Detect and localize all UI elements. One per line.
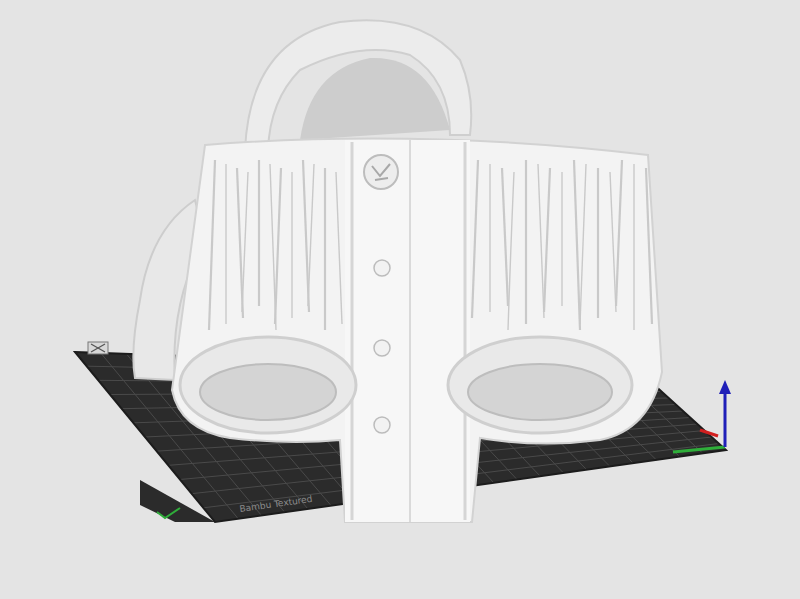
plate-marker-icon — [157, 508, 180, 518]
button-dot — [374, 260, 390, 276]
plate-label: Bambu Textured — [239, 494, 313, 514]
plate-x-icon — [88, 342, 108, 354]
tree-mask-model[interactable] — [133, 20, 662, 522]
3d-scene[interactable]: Bambu Textured — [0, 0, 800, 599]
emblem-icon — [364, 155, 398, 189]
slicer-viewport[interactable]: Bambu Textured — [0, 0, 800, 599]
center-strip — [345, 140, 470, 522]
left-eye-hole — [180, 337, 356, 433]
button-dot — [374, 417, 390, 433]
right-eye-hole — [448, 337, 632, 433]
axis-gizmo-icon — [673, 380, 731, 452]
button-dot — [374, 340, 390, 356]
